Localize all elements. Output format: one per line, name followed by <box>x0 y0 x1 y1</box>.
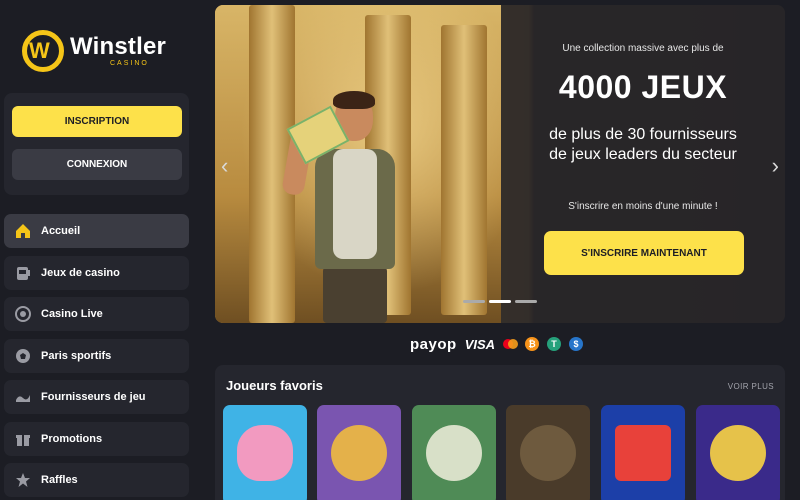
gift-icon <box>14 430 31 447</box>
carousel-dots <box>463 300 537 303</box>
viking-icon <box>710 425 766 481</box>
soccer-ball-icon <box>14 347 31 364</box>
nav-label: Jeux de casino <box>41 266 120 279</box>
nav-item-game-providers[interactable]: Fournisseurs de jeu <box>4 380 189 414</box>
brand-logo[interactable]: Winstler CASINO <box>22 30 166 72</box>
payment-methods: payop VISA ₿ T $ <box>410 334 584 354</box>
carousel-dot[interactable] <box>515 300 537 303</box>
party-character-icon <box>331 425 387 481</box>
logo-w-icon <box>22 30 64 72</box>
favorites-title: Joueurs favoris <box>226 378 323 393</box>
next-slide-arrow-icon[interactable]: › <box>772 153 779 179</box>
usdc-icon: $ <box>569 337 584 351</box>
providers-icon <box>14 389 31 406</box>
game-tile-skeleton[interactable] <box>412 405 496 500</box>
star-icon <box>14 472 31 489</box>
register-now-button[interactable]: S'INSCRIRE MAINTENANT <box>544 231 744 275</box>
game-tile-gasmask[interactable] <box>506 405 590 500</box>
carousel-dot[interactable] <box>463 300 485 303</box>
brand-name: Winstler <box>70 33 167 60</box>
slot-reels-icon <box>615 425 671 481</box>
nav-item-promotions[interactable]: Promotions <box>4 421 189 456</box>
nav-label: Raffles <box>41 474 78 486</box>
carousel-dot-active[interactable] <box>489 300 511 303</box>
piggy-bank-icon <box>237 425 293 481</box>
hero-content: Une collection massive avec plus de 4000… <box>501 5 785 323</box>
nav-label: Promotions <box>41 432 103 445</box>
nav-label: Paris sportifs <box>41 349 112 362</box>
nav-label: Casino Live <box>41 308 103 320</box>
hero-banner[interactable]: Une collection massive avec plus de 4000… <box>215 5 785 323</box>
brand-subtitle: CASINO <box>110 60 149 67</box>
hero-illustration <box>215 5 501 323</box>
nav-item-home[interactable]: Accueil <box>4 214 189 248</box>
tether-icon: T <box>547 337 562 351</box>
favorites-section: Joueurs favoris VOIR PLUS <box>215 365 785 500</box>
gasmask-icon <box>520 425 576 481</box>
visa-logo: VISA <box>464 336 496 352</box>
game-tile-piggy[interactable] <box>223 405 307 500</box>
main-nav: Accueil Jeux de casino Casino Live Paris… <box>4 214 189 500</box>
temple-pillar <box>441 25 487 315</box>
live-chip-icon <box>14 306 31 323</box>
nav-item-raffles[interactable]: Raffles <box>4 463 189 497</box>
home-icon <box>14 223 31 240</box>
prev-slide-arrow-icon[interactable]: ‹ <box>221 153 228 179</box>
nav-label: Accueil <box>41 225 81 237</box>
hero-subtitle: de plus de 30 fournisseurs de jeux leade… <box>549 126 737 163</box>
sidebar: Winstler CASINO INSCRIPTION CONNEXION Ac… <box>0 0 198 500</box>
slot-machine-icon <box>14 264 31 281</box>
nav-item-casino-games[interactable]: Jeux de casino <box>4 255 189 290</box>
see-more-link[interactable]: VOIR PLUS <box>728 382 774 391</box>
nav-item-sports-betting[interactable]: Paris sportifs <box>4 338 189 373</box>
logo-text: Winstler CASINO <box>70 33 167 68</box>
game-tile-viking[interactable] <box>696 405 780 500</box>
auth-panel: INSCRIPTION CONNEXION <box>4 93 189 195</box>
payop-logo: payop <box>410 335 457 353</box>
game-tile-slots[interactable] <box>601 405 685 500</box>
signup-button[interactable]: INSCRIPTION <box>12 106 182 137</box>
game-tile-party[interactable] <box>317 405 401 500</box>
nav-label: Fournisseurs de jeu <box>41 391 146 403</box>
login-button[interactable]: CONNEXION <box>12 149 182 180</box>
bitcoin-icon: ₿ <box>525 337 540 351</box>
mastercard-icon <box>503 339 519 349</box>
nav-item-live-casino[interactable]: Casino Live <box>4 297 189 331</box>
skeleton-icon <box>426 425 482 481</box>
hero-kicker: Une collection massive avec plus de <box>562 43 724 54</box>
hero-note: S'inscrire en moins d'une minute ! <box>568 201 718 212</box>
hero-title: 4000 JEUX <box>558 69 728 105</box>
